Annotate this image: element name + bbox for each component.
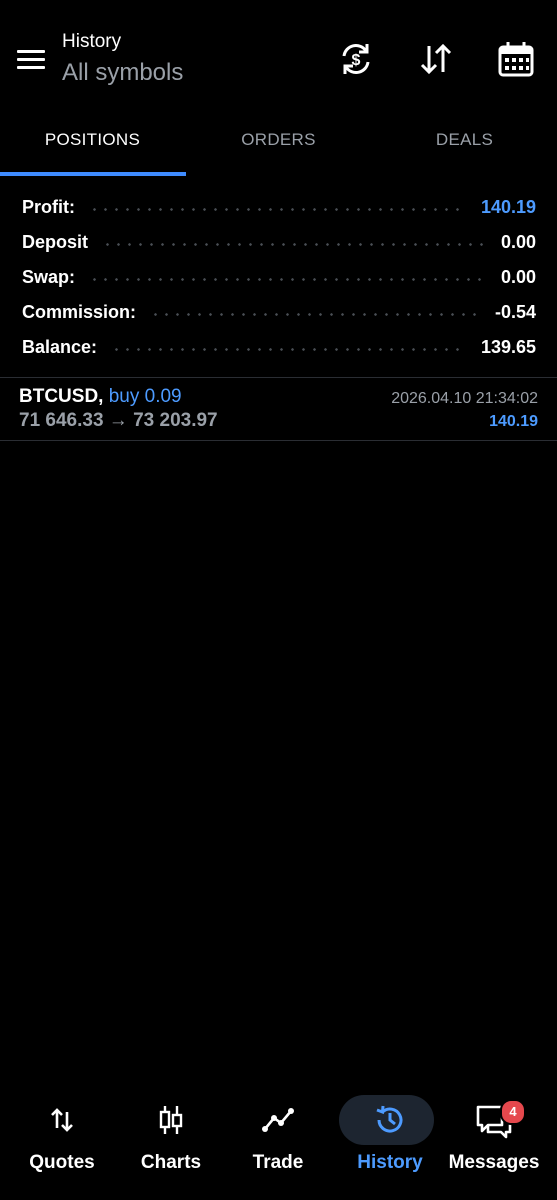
position-type-volume: buy 0.09 bbox=[108, 386, 182, 407]
commission-label: Commission: bbox=[22, 301, 137, 322]
quotes-icon bbox=[8, 1100, 116, 1140]
balance-value: 139.65 bbox=[480, 336, 536, 357]
calendar-icon[interactable] bbox=[495, 38, 537, 80]
candlestick-icon bbox=[117, 1100, 225, 1140]
sort-icon[interactable] bbox=[415, 38, 457, 80]
position-symbol: BTCUSD, bbox=[19, 386, 104, 407]
dotted-leader bbox=[89, 277, 487, 281]
dotted-leader bbox=[111, 347, 467, 351]
nav-quotes-label: Quotes bbox=[29, 1152, 95, 1173]
currency-exchange-icon[interactable]: $ bbox=[335, 38, 377, 80]
messages-count-badge: 4 bbox=[500, 1099, 526, 1125]
nav-history-label: History bbox=[357, 1152, 423, 1173]
dotted-leader bbox=[102, 242, 487, 246]
position-time: 2026.04.10 21:34:02 bbox=[391, 390, 538, 407]
summary-row-deposit: Deposit 0.00 bbox=[22, 225, 536, 259]
top-app-bar: History All symbols $ bbox=[0, 0, 557, 118]
nav-messages-label: Messages bbox=[448, 1152, 540, 1173]
deposit-label: Deposit bbox=[22, 231, 89, 252]
page-title: History bbox=[62, 31, 122, 52]
divider bbox=[0, 440, 557, 441]
swap-label: Swap: bbox=[22, 266, 76, 287]
messages-icon bbox=[440, 1100, 548, 1140]
nav-trade[interactable]: Trade bbox=[224, 1090, 332, 1190]
position-row[interactable]: BTCUSD, buy 0.09 71 646.33 → 73 203.97 2… bbox=[0, 378, 557, 440]
profit-value: 140.19 bbox=[480, 196, 536, 217]
profit-label: Profit: bbox=[22, 196, 75, 217]
commission-value: -0.54 bbox=[494, 301, 536, 322]
history-icon bbox=[336, 1100, 444, 1140]
nav-messages[interactable]: 4 Messages bbox=[440, 1090, 548, 1190]
summary-row-commission: Commission: -0.54 bbox=[22, 295, 536, 329]
history-tabs: POSITIONS ORDERS DEALS bbox=[0, 118, 557, 176]
symbol-filter[interactable]: All symbols bbox=[62, 56, 183, 90]
summary-row-swap: Swap: 0.00 bbox=[22, 260, 536, 294]
title-block: History All symbols bbox=[62, 30, 183, 90]
position-symbol-line: BTCUSD, buy 0.09 bbox=[19, 386, 182, 408]
nav-quotes[interactable]: Quotes bbox=[8, 1090, 116, 1190]
position-profit: 140.19 bbox=[489, 413, 538, 430]
summary-row-balance: Balance: 139.65 bbox=[22, 330, 536, 364]
active-tab-indicator bbox=[0, 172, 186, 176]
position-prices: 71 646.33 → 73 203.97 bbox=[19, 410, 218, 431]
deposit-value: 0.00 bbox=[500, 231, 536, 252]
bottom-navigation: Quotes Charts Trade History 4 Messages bbox=[0, 1090, 557, 1200]
tab-orders[interactable]: ORDERS bbox=[186, 118, 371, 176]
nav-trade-label: Trade bbox=[252, 1152, 304, 1173]
dotted-leader bbox=[89, 207, 467, 211]
summary-row-profit: Profit: 140.19 bbox=[22, 190, 536, 224]
dotted-leader bbox=[150, 312, 481, 316]
svg-text:$: $ bbox=[352, 52, 361, 69]
tab-deals[interactable]: DEALS bbox=[372, 118, 557, 176]
swap-value: 0.00 bbox=[500, 266, 536, 287]
nav-charts-label: Charts bbox=[140, 1152, 202, 1173]
nav-charts[interactable]: Charts bbox=[117, 1090, 225, 1190]
nav-history[interactable]: History bbox=[336, 1090, 444, 1190]
menu-icon[interactable] bbox=[14, 44, 48, 74]
trade-line-icon bbox=[224, 1100, 332, 1140]
tab-positions[interactable]: POSITIONS bbox=[0, 118, 185, 176]
balance-label: Balance: bbox=[22, 336, 98, 357]
